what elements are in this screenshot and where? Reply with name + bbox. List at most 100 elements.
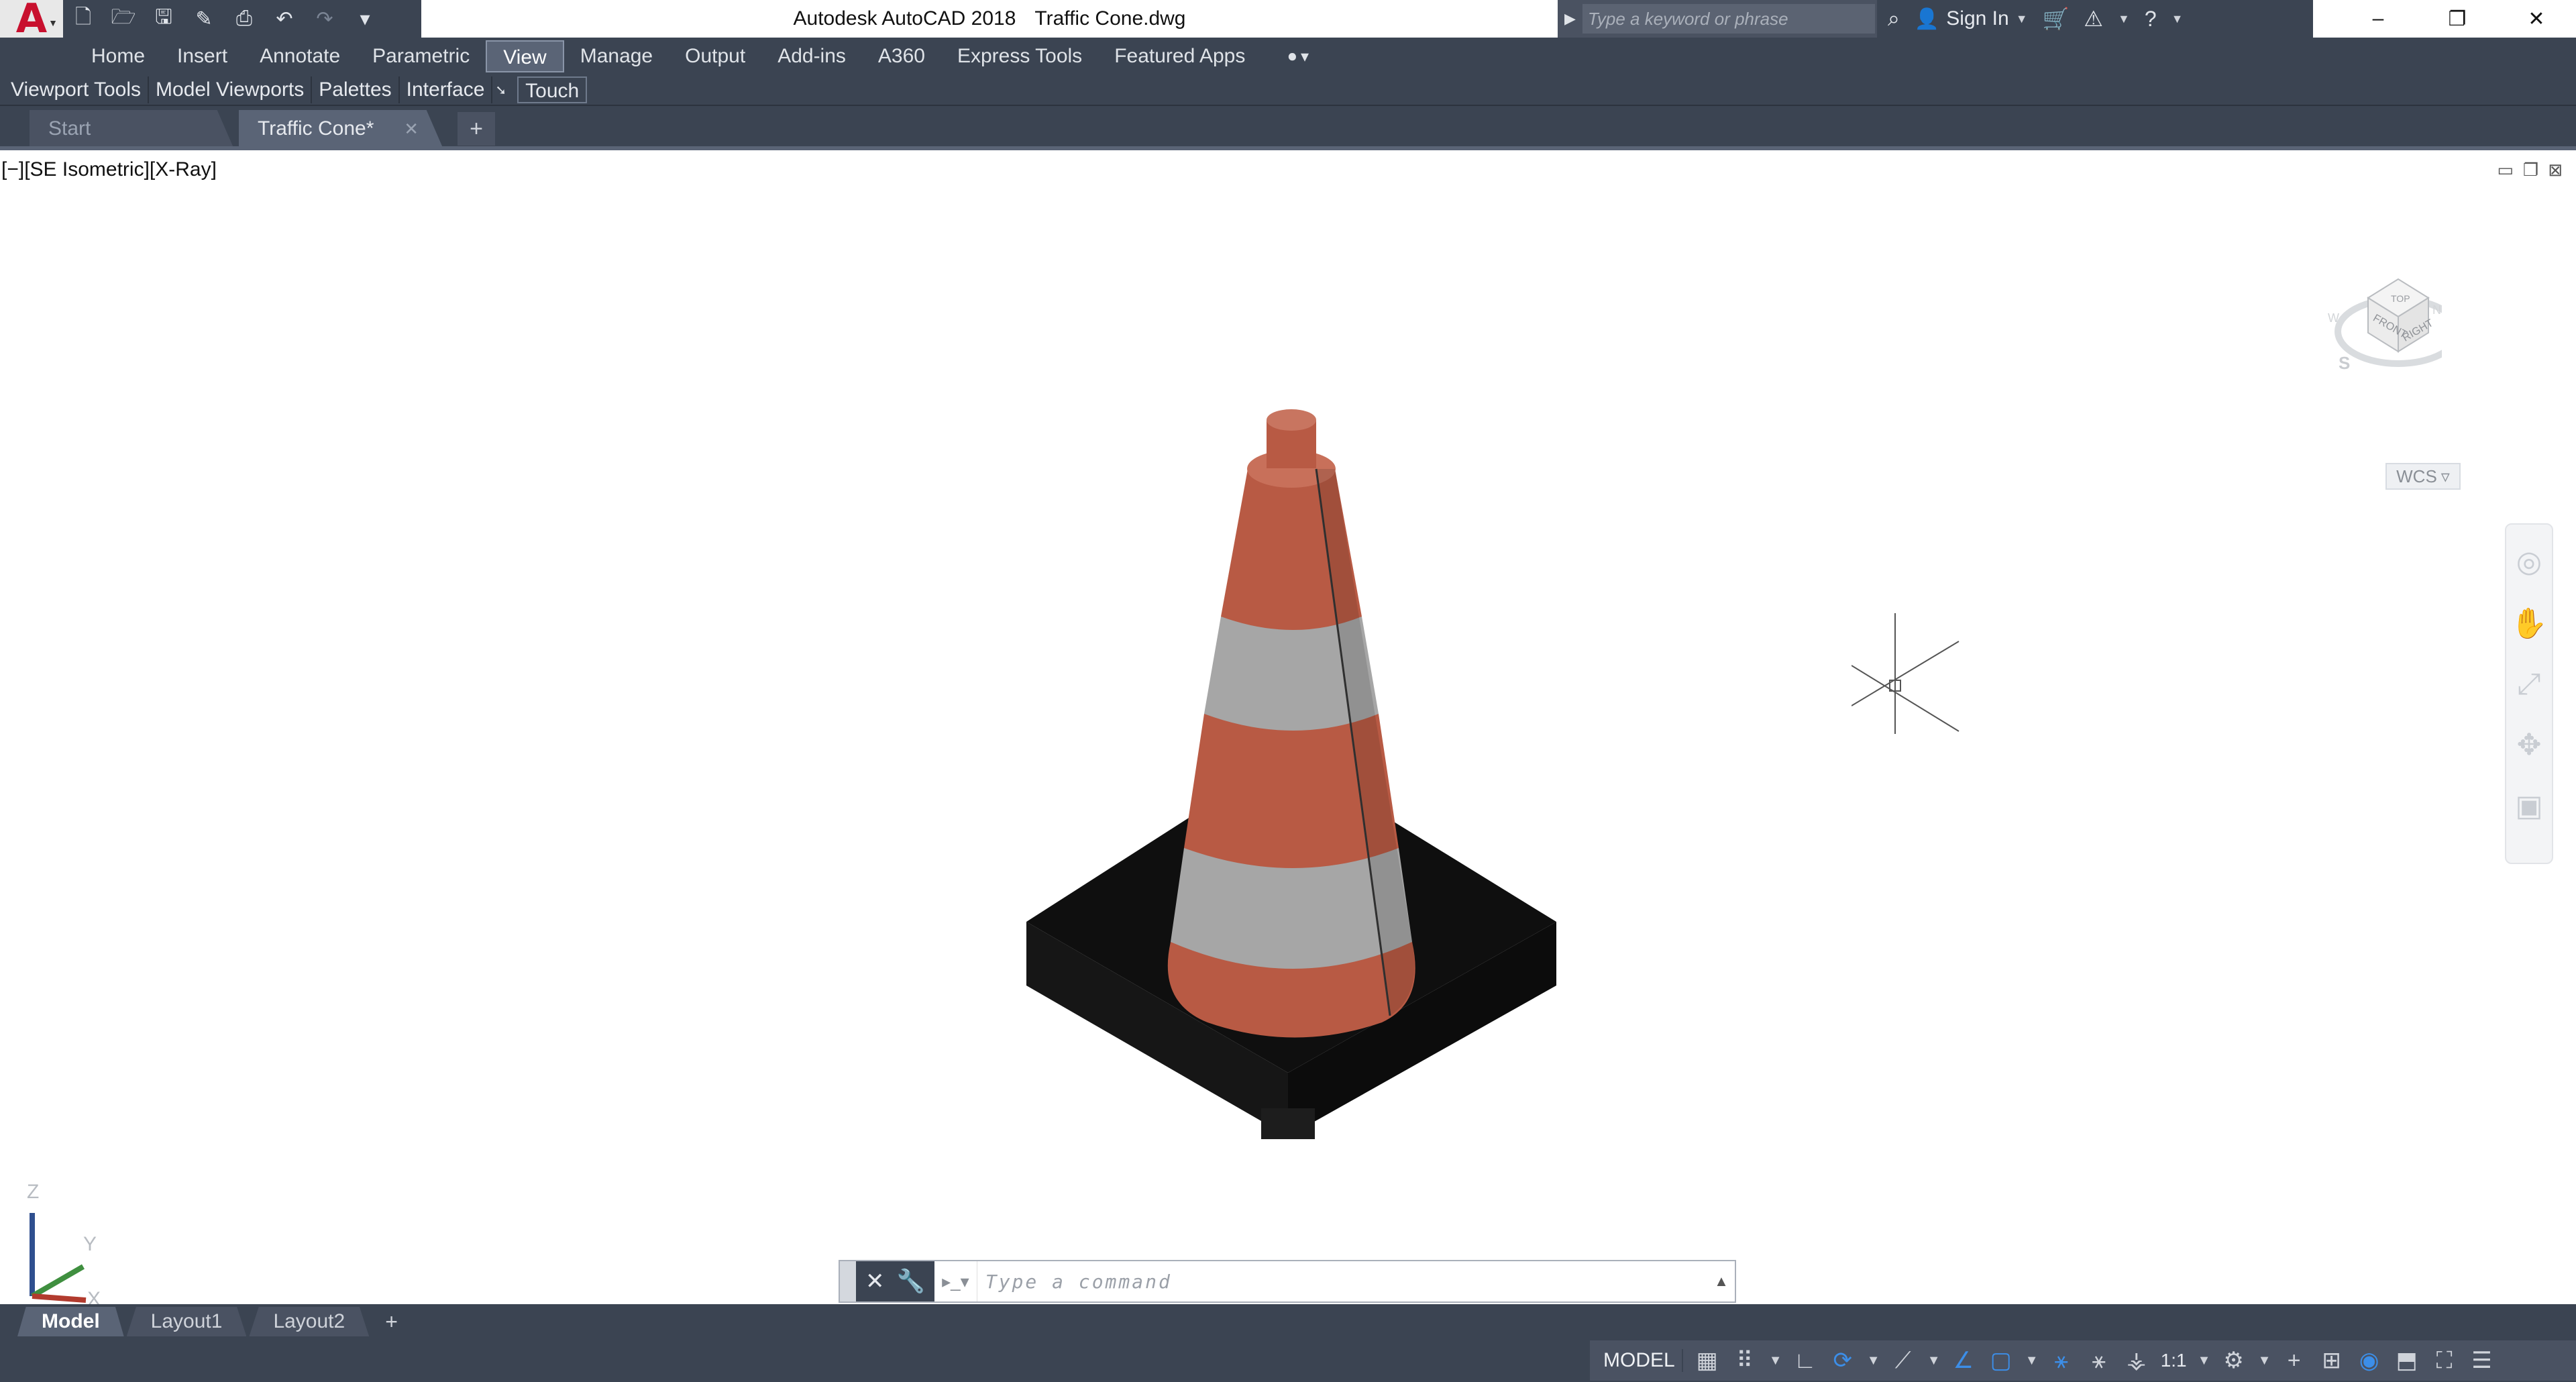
a360-icon[interactable]: ⚠ [2084,6,2103,32]
wcs-menu-button[interactable]: WCS ▿ [2385,463,2461,490]
chevron-down-icon[interactable]: ▼ [1867,1353,1880,1369]
units-icon[interactable]: ⊞ [2318,1347,2345,1374]
tab-view[interactable]: View [486,40,564,72]
viewport-controls-label[interactable]: [−][SE Isometric][X-Ray] [1,158,217,181]
command-prompt-icon[interactable]: ▸_▾ [934,1261,977,1301]
redo-icon[interactable]: ↷ [311,5,338,32]
new-tab-button[interactable]: + [458,112,495,146]
chevron-down-icon[interactable]: ▼ [1769,1353,1782,1369]
drawing-viewport[interactable]: [−][SE Isometric][X-Ray] ▭ ❐ ⊠ TOP FRONT… [0,150,2576,1307]
chevron-down-icon[interactable]: ▼ [2258,1353,2271,1369]
isolate-objects-icon[interactable]: ⬒ [2394,1347,2420,1374]
annotation-monitor-icon[interactable]: + [2281,1348,2308,1374]
panel-model-viewports[interactable]: Model Viewports [149,76,313,103]
viewport-restore-icon[interactable]: ❐ [2523,160,2538,180]
tab-insert[interactable]: Insert [161,40,244,72]
viewcube-compass-n[interactable]: N [2432,303,2441,317]
tab-annotate[interactable]: Annotate [244,40,356,72]
tab-express-tools[interactable]: Express Tools [941,40,1098,72]
panel-interface[interactable]: Interface [400,76,493,103]
save-as-icon[interactable]: ✎ [191,5,217,32]
auto-scale-icon[interactable]: ⚹ [2086,1348,2112,1374]
viewport-close-icon[interactable]: ⊠ [2548,160,2563,180]
ribbon-display-toggle-icon[interactable]: ⏺ ▾ [1288,47,1309,66]
new-file-icon[interactable]: 🗋 [70,5,97,32]
file-tab-traffic-cone[interactable]: Traffic Cone* ✕ [239,110,443,148]
quick-properties-icon[interactable]: ◉ [2356,1347,2383,1374]
new-layout-button[interactable]: + [385,1310,398,1334]
panel-launcher-icon[interactable]: ➘ [495,82,506,99]
chevron-down-icon[interactable]: ▼ [2171,12,2184,26]
tab-manage[interactable]: Manage [564,40,669,72]
viewcube[interactable]: TOP FRONT RIGHT S E W N [2321,251,2442,412]
chevron-down-icon[interactable]: ▼ [1927,1353,1941,1369]
close-icon[interactable]: ✕ [404,119,419,140]
isodraft-icon[interactable]: ⟋ [1890,1348,1917,1374]
layout-tab-model[interactable]: Model [17,1307,124,1336]
steering-wheel-icon[interactable]: ◎ [2516,545,2542,579]
close-button[interactable]: ✕ [2497,0,2576,38]
zoom-extents-icon[interactable]: ⤢ [2517,668,2540,701]
undo-icon[interactable]: ↶ [271,5,298,32]
annotation-scale-icon[interactable]: ⚶ [2123,1347,2150,1374]
tab-home[interactable]: Home [75,40,161,72]
tab-output[interactable]: Output [669,40,761,72]
chevron-down-icon[interactable]: ▼ [2118,12,2130,26]
restore-button[interactable]: ❐ [2418,0,2497,38]
sign-in-button[interactable]: 👤 Sign In ▼ [1915,7,2028,31]
annotation-scale-value[interactable]: 1:1 [2161,1350,2187,1371]
wcs-label: WCS [2396,466,2437,486]
tab-add-ins[interactable]: Add-ins [761,40,862,72]
chevron-down-icon[interactable]: ▼ [2198,1353,2211,1369]
application-menu-button[interactable]: A ▼ [0,0,63,39]
save-icon[interactable]: 🖫 [150,5,177,32]
traffic-cone-model[interactable] [1006,271,1576,1304]
search-input[interactable] [1582,4,1875,34]
clean-screen-icon[interactable]: ⛶ [2431,1348,2458,1374]
viewcube-compass-s[interactable]: S [2339,353,2350,373]
file-tab-start[interactable]: Start [30,110,233,148]
command-input[interactable] [977,1263,1708,1300]
chevron-down-icon[interactable]: ▼ [2025,1353,2039,1369]
navigation-bar: ◎ ✋ ⤢ ✥ ▣ [2505,523,2553,864]
panel-palettes[interactable]: Palettes [312,76,400,103]
viewport-minimize-icon[interactable]: ▭ [2497,160,2514,180]
layout-tab-layout2[interactable]: Layout2 [249,1307,370,1336]
viewcube-top-label: TOP [2391,293,2410,304]
panel-touch[interactable]: Touch [517,76,588,103]
cart-icon[interactable]: 🛒 [2043,6,2070,32]
customization-menu-icon[interactable]: ☰ [2469,1347,2496,1374]
tab-parametric[interactable]: Parametric [356,40,486,72]
object-snap-tracking-icon[interactable]: ∠ [1950,1347,1977,1374]
workspace-gear-icon[interactable]: ⚙ [2220,1347,2247,1374]
wrench-icon[interactable]: 🔧 [897,1268,925,1295]
close-icon[interactable]: ✕ [865,1268,885,1295]
polar-tracking-icon[interactable]: ⟳ [1829,1347,1856,1374]
tab-a360[interactable]: A360 [862,40,941,72]
chevron-right-icon[interactable]: ▶ [1564,10,1576,28]
snap-icon[interactable]: ⠿ [1731,1347,1758,1374]
open-file-icon[interactable]: 🗁 [110,5,137,32]
annotation-visibility-icon[interactable]: ⚹ [2048,1348,2075,1374]
binoculars-icon[interactable]: ⌕ [1888,6,1900,32]
showmotion-icon[interactable]: ▣ [2515,789,2543,823]
panel-viewport-tools[interactable]: Viewport Tools [4,76,150,103]
viewport-window-controls: ▭ ❐ ⊠ [2497,160,2563,180]
minimize-button[interactable]: – [2339,0,2418,38]
help-icon[interactable]: ? [2145,7,2157,32]
model-space-toggle[interactable]: MODEL [1597,1349,1683,1372]
customize-toolbar-icon[interactable]: ▾ [352,5,378,32]
layout-tab-layout1[interactable]: Layout1 [126,1307,247,1336]
grid-icon[interactable]: ▦ [1694,1347,1721,1374]
ortho-icon[interactable]: ∟ [1792,1348,1819,1374]
chevron-up-icon[interactable]: ▲ [1708,1273,1735,1290]
tab-featured-apps[interactable]: Featured Apps [1098,40,1261,72]
command-line-grip[interactable] [840,1261,856,1301]
print-icon[interactable]: ⎙ [231,5,258,32]
viewcube-compass-w[interactable]: W [2328,311,2339,325]
object-snap-icon[interactable]: ▢ [1988,1347,2015,1374]
pan-icon[interactable]: ✋ [2511,606,2548,641]
orbit-icon[interactable]: ✥ [2517,728,2542,762]
ribbon-panels: Viewport Tools Model Viewports Palettes … [0,75,2576,106]
sign-in-label: Sign In [1946,7,2009,30]
